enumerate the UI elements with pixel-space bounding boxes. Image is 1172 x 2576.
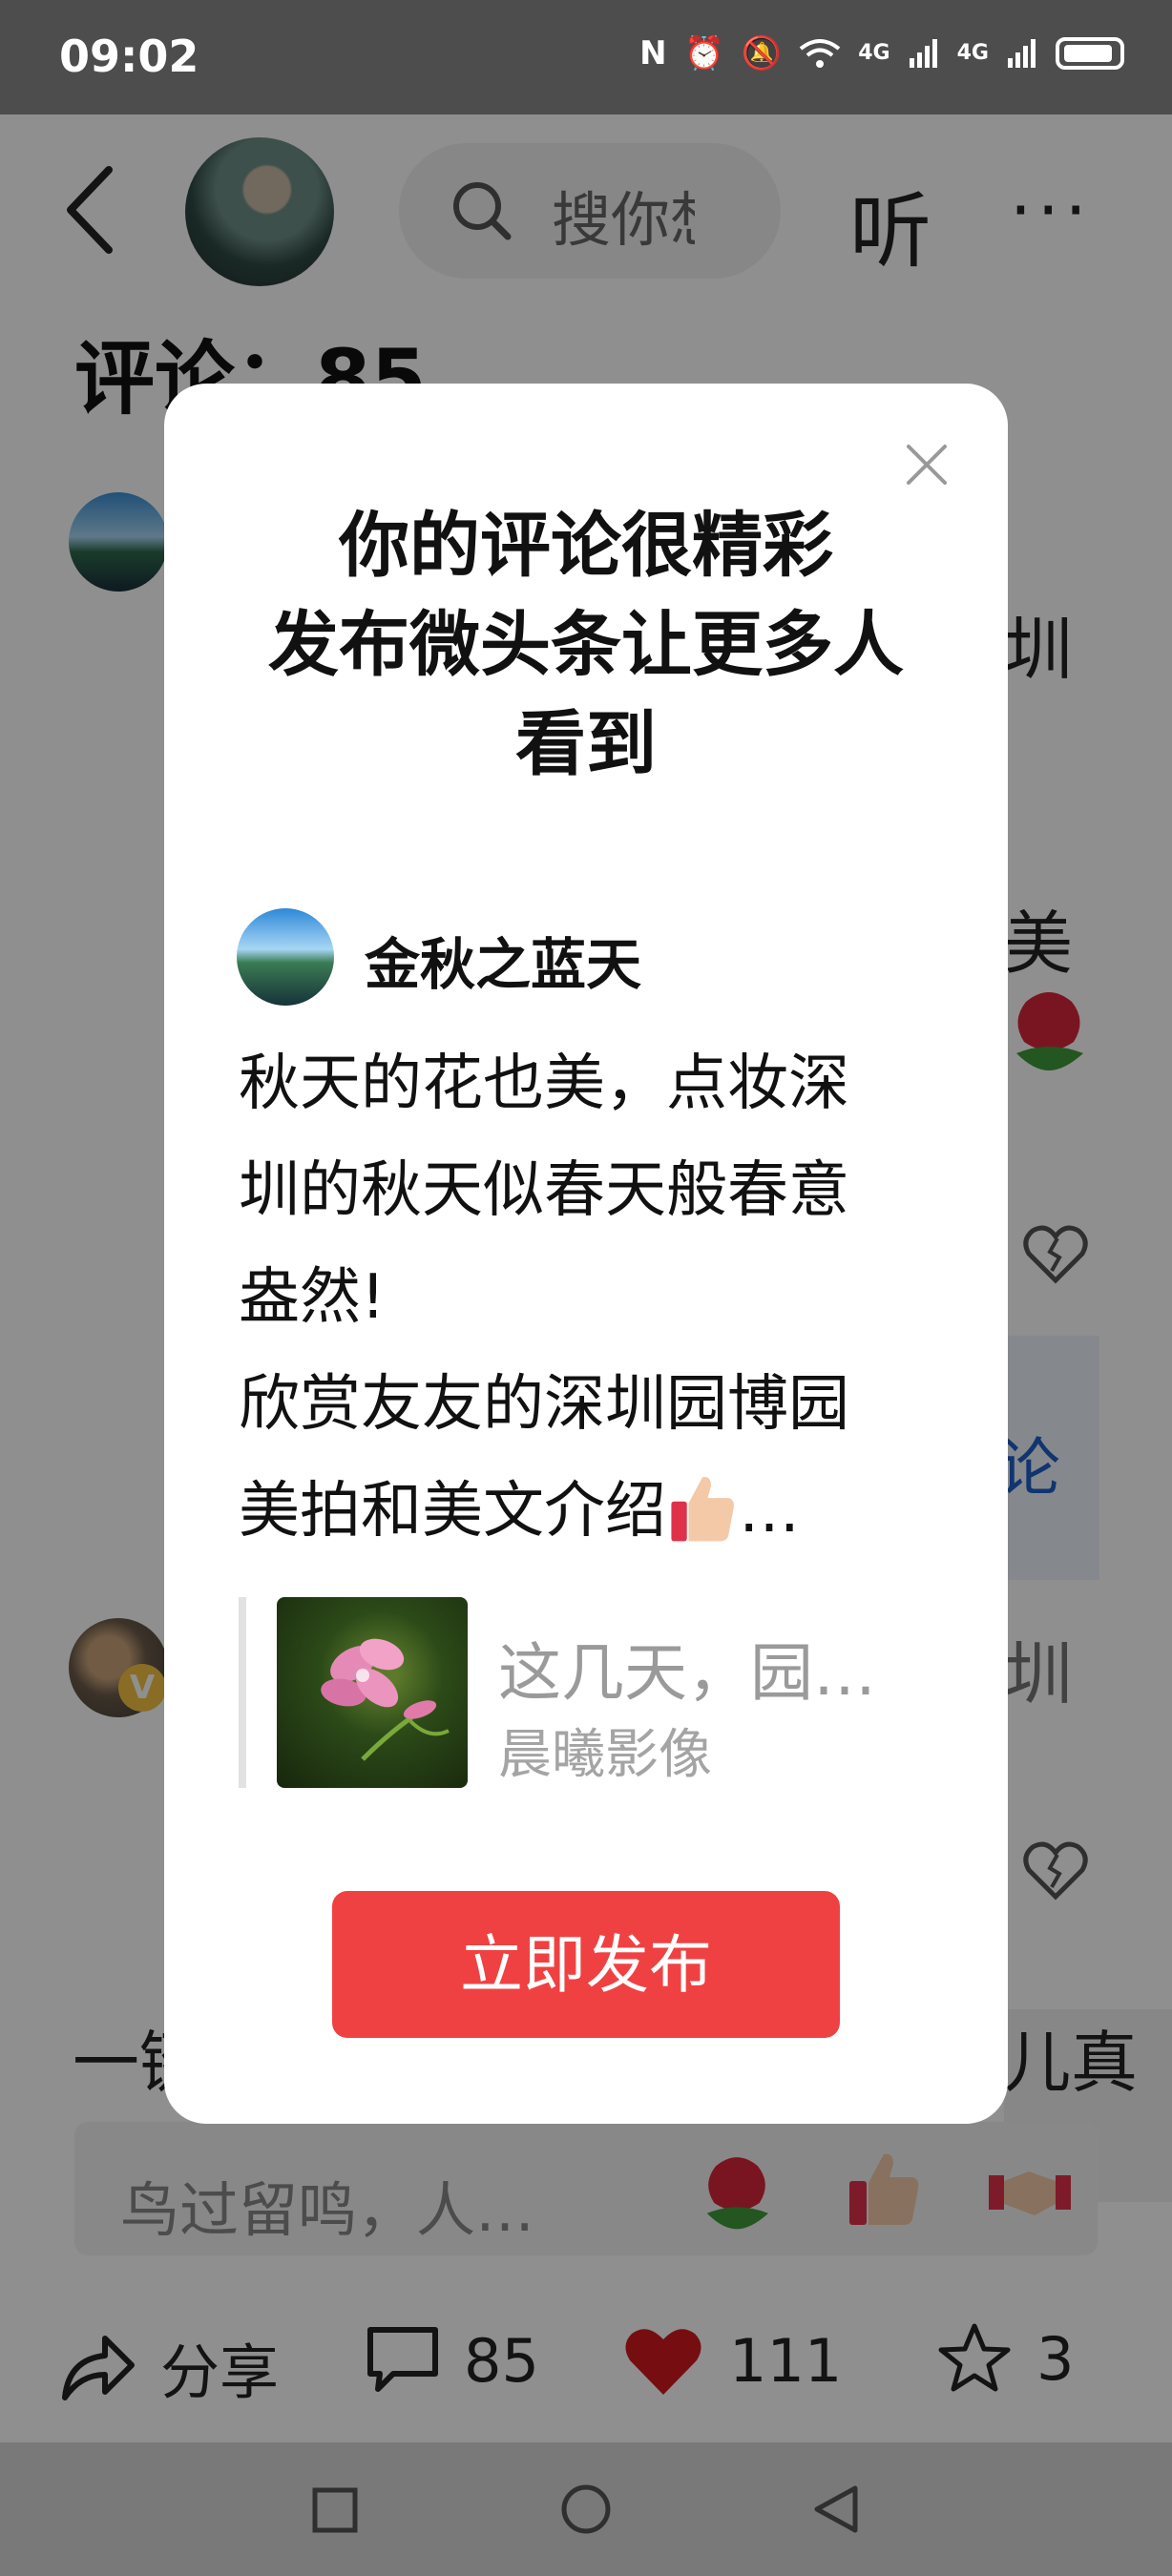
comment-line-text: 美拍和美文介绍 (239, 1476, 666, 1547)
quoted-article-title: 这几天，园… (498, 1636, 876, 1710)
pink-flower-illustration (321, 1638, 450, 1761)
close-icon[interactable] (903, 441, 951, 488)
mute-icon: 🔕 (741, 34, 783, 73)
alarm-icon: ⏰ (683, 34, 724, 73)
wifi-icon (800, 39, 841, 68)
comment-line: 盎然! (239, 1262, 386, 1333)
quote-divider (239, 1597, 246, 1788)
quoted-article-author: 晨曦影像 (498, 1724, 712, 1786)
dialog-title: 你的评论很精彩 发布微头条让更多人 看到 (164, 496, 1008, 794)
status-icons: N ⏰ 🔕 4G 4G (639, 34, 1124, 73)
signal-icon (909, 39, 937, 68)
comment-line: 美拍和美文介绍 … (239, 1458, 926, 1565)
dialog-title-line: 看到 (515, 703, 657, 785)
comment-line: 秋天的花也美，点妆深 (239, 1049, 849, 1119)
network-type: 4G (956, 41, 989, 65)
battery-icon (1056, 37, 1124, 70)
comment-preview: 秋天的花也美，点妆深 圳的秋天似春天般春意 盎然! 欣赏友友的深圳园博园 美拍和… (239, 1030, 926, 1565)
status-time: 09:02 (59, 31, 199, 82)
quoted-article-thumbnail (277, 1597, 468, 1788)
thumbs-up-emoji-icon (671, 1477, 734, 1542)
dialog-title-line: 你的评论很精彩 (339, 505, 833, 587)
signal-icon (1008, 39, 1036, 68)
user-avatar (237, 908, 334, 1006)
network-type: 4G (858, 41, 890, 65)
nfc-icon: N (639, 34, 667, 73)
comment-line: 欣赏友友的深圳园博园 (239, 1369, 849, 1440)
publish-now-button[interactable]: 立即发布 (332, 1891, 840, 2038)
comment-ellipsis: … (739, 1476, 800, 1547)
user-name: 金秋之蓝天 (365, 932, 642, 997)
comment-line: 圳的秋天似春天般春意 (239, 1155, 849, 1226)
dialog-title-line: 发布微头条让更多人 (268, 604, 904, 686)
